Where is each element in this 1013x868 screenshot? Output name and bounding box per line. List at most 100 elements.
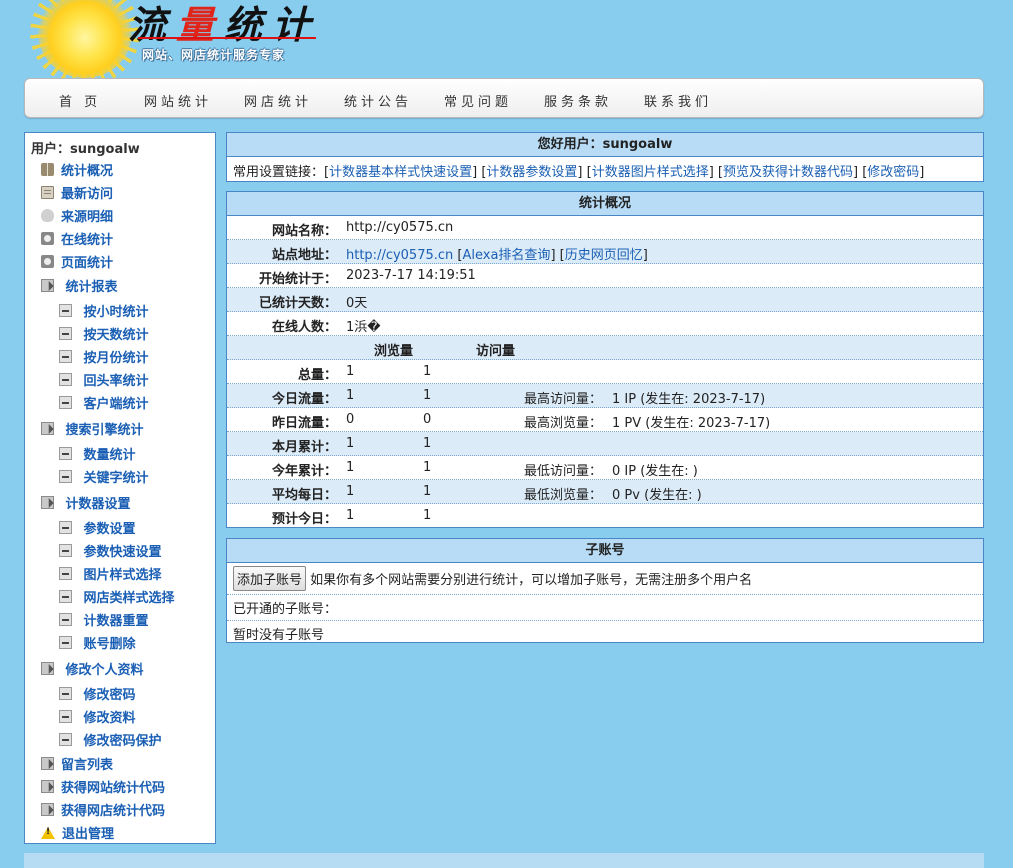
sidebar-item-label: 在线统计 [61, 232, 114, 248]
row-extra-label: 最高浏览量： [524, 416, 603, 431]
sidebar-item-logout[interactable]: 退出管理 [41, 822, 114, 842]
nav-site-stats[interactable]: 网站统计 [144, 91, 212, 110]
site-url-link[interactable]: http://cy0575.cn [346, 248, 453, 263]
sidebar-item-pages[interactable]: 页面统计 [41, 251, 113, 271]
sidebar-item-client[interactable]: 客户端统计 [59, 392, 149, 412]
minus-icon [59, 372, 72, 386]
sidebar-item-label: 按天数统计 [83, 327, 149, 343]
book-icon [41, 162, 54, 176]
sidebar-item-by-month[interactable]: 按月份统计 [59, 346, 149, 366]
cloud-icon [41, 208, 54, 222]
sidebar-item-password-protection[interactable]: 修改密码保护 [59, 729, 162, 749]
link-image-style[interactable]: 计数器图片样式选择 [592, 165, 709, 180]
sidebar-item-by-hour[interactable]: 按小时统计 [59, 300, 149, 320]
sidebar-item-label: 最新访问 [61, 186, 114, 202]
logo-subtitle: 网站、网店统计服务专家 [142, 48, 286, 62]
sidebar-item-shop-style[interactable]: 网店类样式选择 [59, 586, 175, 606]
link-change-password[interactable]: 修改密码 [867, 165, 919, 180]
minus-icon [59, 326, 72, 340]
sidebar-item-reports[interactable]: 统计报表 [41, 275, 118, 295]
sidebar-item-edit-profile[interactable]: 修改资料 [59, 706, 136, 726]
online-label: 在线人数： [271, 320, 337, 335]
sidebar-item-delete-account[interactable]: 账号删除 [59, 632, 136, 652]
sidebar-item-label: 数量统计 [83, 447, 136, 463]
sidebar-item-label: 留言列表 [61, 757, 114, 773]
nav-shop-stats[interactable]: 网店统计 [244, 91, 312, 110]
history-link[interactable]: 历史网页回忆 [565, 248, 643, 263]
row-pv: 0 [346, 412, 355, 427]
sidebar-item-label: 修改资料 [83, 710, 136, 726]
folder-icon [41, 421, 54, 435]
sidebar-item-shop-code[interactable]: 获得网店统计代码 [41, 799, 165, 819]
sidebar-item-quick-params[interactable]: 参数快速设置 [59, 540, 162, 560]
sidebar-item-image-style[interactable]: 图片样式选择 [59, 563, 162, 583]
quick-links-row: 常用设置链接：[计数器基本样式快速设置] [计数器参数设置] [计数器图片样式选… [233, 165, 925, 180]
sidebar-item-return-rate[interactable]: 回头率统计 [59, 369, 149, 389]
logo-title-part: 量 [176, 2, 225, 47]
sidebar-item-label: 按月份统计 [83, 350, 149, 366]
site-header: 流量统计 网站、网店统计服务专家 [0, 0, 1013, 86]
nav-announcements[interactable]: 统计公告 [344, 91, 412, 110]
logo-title-part: 统计 [224, 2, 321, 47]
row-ip: 1 [423, 484, 432, 499]
nav-contact[interactable]: 联系我们 [644, 91, 712, 110]
nav-terms[interactable]: 服务条款 [544, 91, 612, 110]
sidebar-item-label: 网店类样式选择 [83, 590, 175, 606]
sidebar-item-referrers[interactable]: 来源明细 [41, 205, 113, 225]
warning-icon [41, 826, 55, 839]
minus-icon [59, 589, 72, 603]
row-label: 本月累计： [271, 440, 337, 455]
minus-icon [59, 635, 72, 649]
main-nav: 首 页 网站统计 网店统计 统计公告 常见问题 服务条款 联系我们 [24, 78, 984, 118]
sidebar-item-reset-counter[interactable]: 计数器重置 [59, 609, 149, 629]
row-extra-value: 0 IP (发生在: ) [612, 464, 698, 479]
sidebar-item-recent-visits[interactable]: 最新访问 [41, 182, 113, 202]
alexa-link[interactable]: Alexa排名查询 [463, 248, 551, 263]
logo-title: 流量统计 [128, 0, 320, 49]
sidebar-item-search-count[interactable]: 数量统计 [59, 443, 136, 463]
nav-faq[interactable]: 常见问题 [444, 91, 512, 110]
sidebar-item-label: 修改密码保护 [83, 733, 162, 749]
sidebar-item-label: 参数设置 [83, 521, 136, 537]
add-subaccount-button[interactable]: 添加子账号 [233, 566, 307, 591]
site-name-value: http://cy0575.cn [346, 220, 454, 235]
sidebar-item-profile[interactable]: 修改个人资料 [41, 658, 144, 678]
welcome-title: 您好用户：sungoalw [227, 133, 983, 157]
row-ip: 1 [423, 436, 432, 451]
link-basic-style[interactable]: 计数器基本样式快速设置 [329, 165, 472, 180]
row-ip: 1 [423, 388, 432, 403]
folder-icon [41, 779, 54, 793]
row-extra-label: 最低浏览量： [524, 488, 603, 503]
sidebar-item-label: 账号删除 [83, 636, 136, 652]
table-row: 预计今日： 1 1 [227, 504, 983, 528]
sidebar-item-label: 搜索引擎统计 [65, 422, 144, 438]
row-ip: 1 [423, 508, 432, 523]
link-counter-params[interactable]: 计数器参数设置 [486, 165, 577, 180]
sidebar-item-change-password[interactable]: 修改密码 [59, 683, 136, 703]
sidebar-item-messages[interactable]: 留言列表 [41, 753, 113, 773]
sidebar-item-keywords[interactable]: 关键字统计 [59, 466, 149, 486]
link-get-code[interactable]: 预览及获得计数器代码 [723, 165, 853, 180]
logo-underline [138, 37, 316, 39]
nav-home[interactable]: 首 页 [59, 91, 101, 110]
row-pv: 1 [346, 508, 355, 523]
row-label: 今日流量： [271, 392, 337, 407]
row-ip: 1 [423, 460, 432, 475]
sidebar-item-label: 获得网站统计代码 [61, 780, 166, 796]
table-row: 总量： 1 1 [227, 360, 983, 384]
sidebar-item-site-code[interactable]: 获得网站统计代码 [41, 776, 165, 796]
sidebar-item-params[interactable]: 参数设置 [59, 517, 136, 537]
row-pv: 1 [346, 364, 355, 379]
sidebar-item-search-engines[interactable]: 搜索引擎统计 [41, 418, 144, 438]
row-extra-value: 1 IP (发生在: 2023-7-17) [612, 392, 766, 407]
minus-icon [59, 543, 72, 557]
row-label: 预计今日： [271, 512, 337, 527]
site-url-row: 站点地址： http://cy0575.cn [Alexa排名查询] [历史网页… [227, 240, 983, 264]
table-row: 今日流量： 1 1 最高访问量： 1 IP (发生在: 2023-7-17) [227, 384, 983, 408]
sidebar-item-by-day[interactable]: 按天数统计 [59, 323, 149, 343]
sidebar-item-overview[interactable]: 统计概况 [41, 159, 113, 179]
sidebar-item-counter-settings[interactable]: 计数器设置 [41, 492, 131, 512]
sidebar-item-online[interactable]: 在线统计 [41, 228, 113, 248]
minus-icon [59, 520, 72, 534]
online-row: 在线人数： 1浜� [227, 312, 983, 336]
